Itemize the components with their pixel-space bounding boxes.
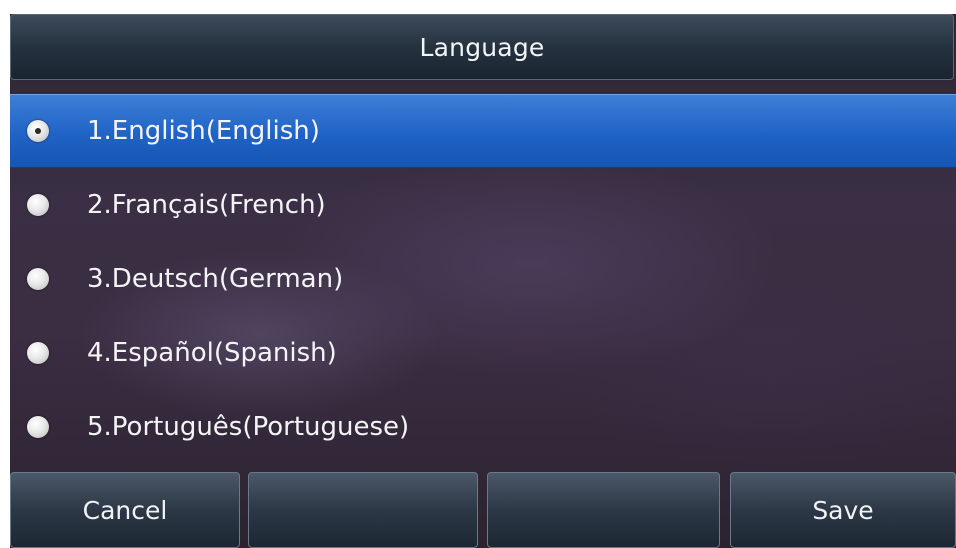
softkey-bar: Cancel Save xyxy=(10,472,956,548)
language-label: 3.Deutsch(German) xyxy=(87,264,344,294)
language-label: 5.Português(Portuguese) xyxy=(87,412,410,442)
language-option-spanish[interactable]: 4.Español(Spanish) xyxy=(10,316,956,390)
radio-unselected-icon[interactable] xyxy=(27,194,49,216)
language-option-english[interactable]: 1.English(English) xyxy=(10,94,956,168)
softkey-3-button[interactable] xyxy=(487,472,720,548)
radio-unselected-icon[interactable] xyxy=(27,268,49,290)
language-label: 1.English(English) xyxy=(87,116,320,146)
softkey-2-button[interactable] xyxy=(248,472,478,548)
language-option-german[interactable]: 3.Deutsch(German) xyxy=(10,242,956,316)
language-option-portuguese[interactable]: 5.Português(Portuguese) xyxy=(10,390,956,464)
language-label: 4.Español(Spanish) xyxy=(87,338,337,368)
page-title: Language xyxy=(419,32,545,62)
radio-dot-icon xyxy=(35,128,41,134)
language-list: 1.English(English) 2.Français(French) 3.… xyxy=(10,94,956,464)
save-button[interactable]: Save xyxy=(730,472,956,548)
cancel-button[interactable]: Cancel xyxy=(10,472,240,548)
language-label: 2.Français(French) xyxy=(87,190,326,220)
radio-unselected-icon[interactable] xyxy=(27,416,49,438)
language-option-french[interactable]: 2.Français(French) xyxy=(10,168,956,242)
title-bar: Language xyxy=(10,14,954,80)
radio-unselected-icon[interactable] xyxy=(27,342,49,364)
phone-screen: Language 1.English(English) 2.Français(F… xyxy=(10,14,956,548)
radio-selected-icon[interactable] xyxy=(27,120,49,142)
